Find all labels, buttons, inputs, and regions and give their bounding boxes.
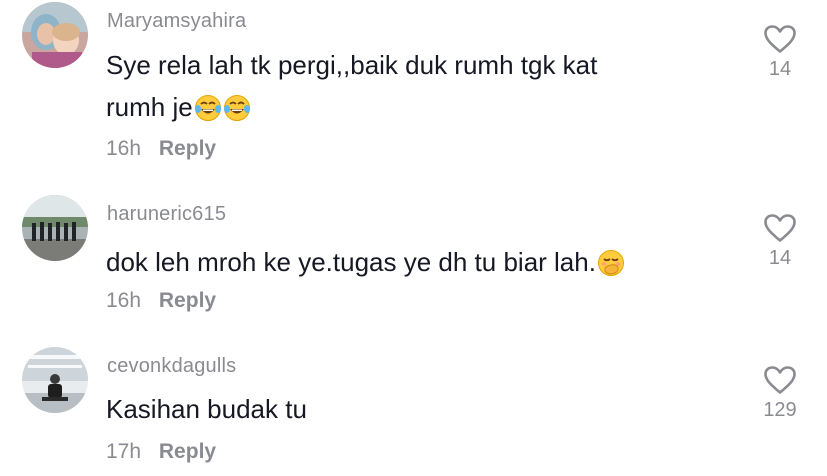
like-button[interactable]: 129 — [756, 365, 804, 422]
comment-username[interactable]: Maryamsyahira — [107, 10, 246, 33]
reply-button[interactable]: Reply — [159, 440, 216, 463]
comment-timestamp: 16h — [106, 137, 142, 160]
comment-meta: 16h Reply — [106, 137, 216, 161]
comment-text: Sye rela lah tk pergi,,baik duk rumh tgk… — [106, 44, 716, 128]
like-count: 14 — [768, 58, 792, 80]
like-count: 14 — [768, 247, 792, 269]
like-count: 129 — [763, 399, 797, 421]
comment-username[interactable]: haruneric615 — [107, 203, 226, 226]
face-with-tears-of-joy-icon — [194, 94, 222, 122]
like-button[interactable]: 14 — [756, 213, 804, 270]
comment-username[interactable]: cevonkdagulls — [107, 355, 236, 378]
heart-outline-icon — [764, 366, 796, 394]
comment-text-line: dok leh mroh ke ye.tugas ye dh tu biar l… — [106, 247, 596, 277]
avatar[interactable] — [22, 2, 88, 68]
comment-text-line: Kasihan budak tu — [106, 394, 307, 424]
comment-text-line: Sye rela lah tk pergi,,baik duk rumh tgk… — [106, 50, 598, 80]
comment-meta: 17h Reply — [106, 440, 216, 464]
like-button[interactable]: 14 — [756, 24, 804, 81]
avatar[interactable] — [22, 347, 88, 413]
comment-timestamp: 16h — [106, 289, 142, 312]
avatar[interactable] — [22, 195, 88, 261]
face-with-tears-of-joy-icon — [223, 94, 251, 122]
reply-button[interactable]: Reply — [159, 289, 216, 312]
comment-text: Kasihan budak tu — [106, 388, 716, 430]
heart-outline-icon — [764, 214, 796, 242]
reply-button[interactable]: Reply — [159, 137, 216, 160]
comment-text-line: rumh je — [106, 92, 193, 122]
comment-meta: 16h Reply — [106, 289, 216, 313]
heart-outline-icon — [764, 25, 796, 53]
comment-timestamp: 17h — [106, 440, 142, 463]
comment-text: dok leh mroh ke ye.tugas ye dh tu biar l… — [106, 241, 716, 283]
face-with-hand-over-mouth-icon — [597, 249, 625, 277]
